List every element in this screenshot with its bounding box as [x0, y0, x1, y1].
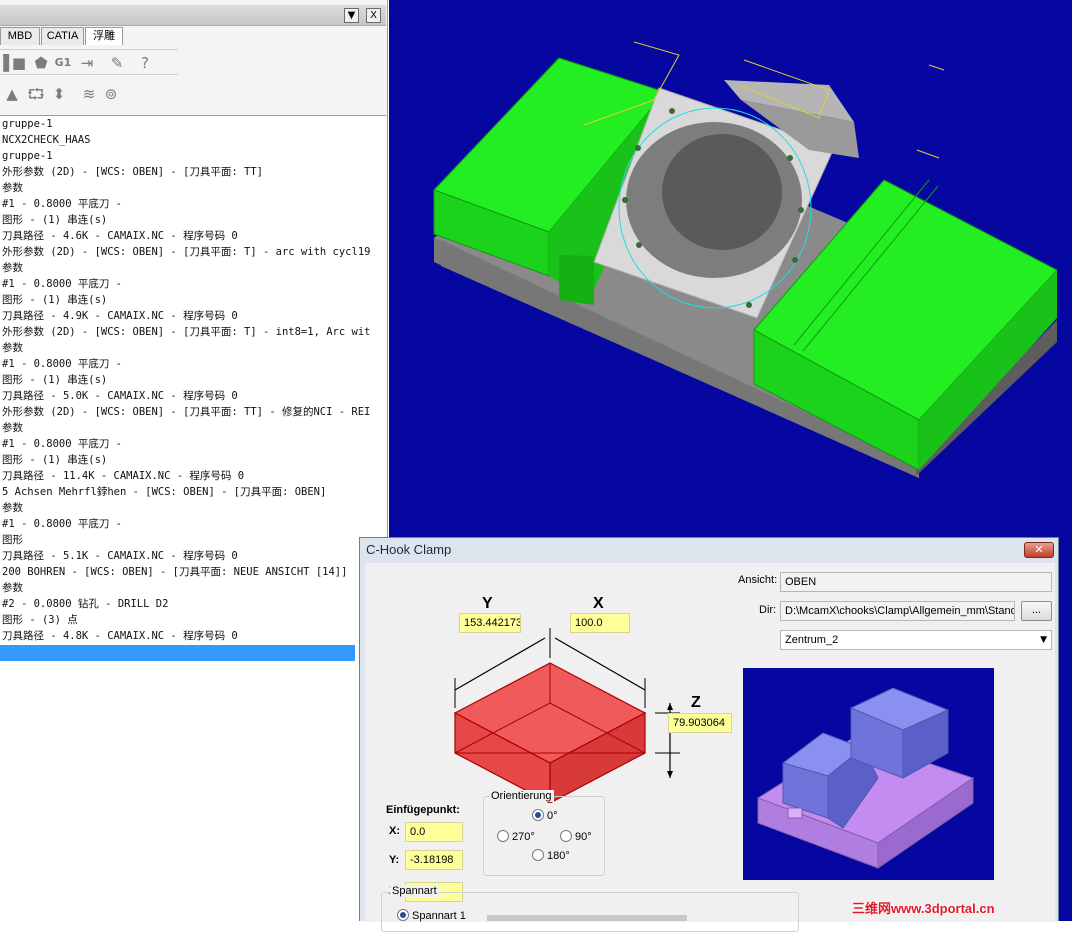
tree-item[interactable]: 刀具路径 - 5.0K - CAMAIX.NC - 程序号码 0: [2, 388, 238, 404]
tree-item[interactable]: #1 - 0.8000 平底刀 -: [2, 516, 122, 532]
dim-z-label: Z: [691, 694, 701, 711]
g1-icon[interactable]: G1: [54, 54, 72, 72]
tree-item[interactable]: 外形参数 (2D) - [WCS: OBEN] - [刀具平面: T] - ar…: [2, 244, 370, 260]
insert-arrow-icon[interactable]: ⮔: [27, 85, 45, 103]
dir-field[interactable]: D:\McamX\chooks\Clamp\Allgemein_mm\Stand…: [780, 601, 1015, 621]
tree-item[interactable]: 外形参数 (2D) - [WCS: OBEN] - [刀具平面: TT]: [2, 164, 263, 180]
radio-selected-icon: [532, 809, 544, 822]
orientation-0-radio[interactable]: 0°: [532, 809, 558, 823]
operations-toolbar: ▌ ■ ⬟ G1 ⇥ ✎ ?: [0, 49, 178, 75]
tag-icon[interactable]: ⬟: [32, 54, 50, 72]
tree-item[interactable]: 5 Achsen Mehrfl鋍hen - [WCS: OBEN] - [刀具平…: [2, 484, 326, 500]
tree-item[interactable]: #2 - 0.0800 钻孔 - DRILL D2: [2, 596, 168, 612]
orientation-180-radio[interactable]: 180°: [532, 849, 570, 863]
tree-item[interactable]: 图形 - (1) 串连(s): [2, 452, 107, 468]
move-up-icon[interactable]: ▲: [3, 85, 21, 103]
tree-item[interactable]: #1 - 0.8000 平底刀 -: [2, 276, 122, 292]
help-icon[interactable]: ?: [136, 54, 154, 72]
zentrum-combo[interactable]: Zentrum_2 ▼: [780, 630, 1052, 650]
tree-item[interactable]: 刀具路径 - 4.9K - CAMAIX.NC - 程序号码 0: [2, 308, 238, 324]
lock-icon[interactable]: ■: [10, 54, 28, 72]
radio-icon: [560, 830, 572, 843]
c-hook-clamp-dialog: C-Hook Clamp ✕ Y 153.442173 X 100.0 Z 79…: [359, 537, 1059, 932]
insert-y-label: Y:: [389, 854, 400, 866]
verify-icon[interactable]: ⊚: [102, 85, 120, 103]
orientation-90-radio[interactable]: 90°: [560, 830, 592, 844]
ansicht-label: Ansicht:: [738, 574, 778, 586]
tree-item[interactable]: 图形 - (1) 串连(s): [2, 372, 107, 388]
orientation-title: Orientierung: [489, 790, 554, 802]
tree-item[interactable]: 刀具路径 - 4.6K - CAMAIX.NC - 程序号码 0: [2, 228, 238, 244]
panel-close-icon[interactable]: X: [366, 8, 381, 23]
tree-item[interactable]: #1 - 0.8000 平底刀 -: [2, 436, 122, 452]
tree-item[interactable]: 图形: [2, 532, 23, 548]
dim-z-field[interactable]: 79.903064: [668, 713, 732, 733]
insert-x-field[interactable]: 0.0: [405, 822, 463, 842]
dialog-title: C-Hook Clamp: [366, 542, 452, 557]
panel-titlebar: ▼ X: [0, 5, 386, 26]
tree-item[interactable]: 参数: [2, 500, 23, 516]
watermark-text: 三维网www.3dportal.cn: [852, 901, 995, 916]
tree-item[interactable]: 200 BOHREN - [WCS: OBEN] - [刀具平面: NEUE A…: [2, 564, 347, 580]
clamp-type-title: Spannart: [390, 885, 439, 897]
tree-item[interactable]: 参数: [2, 580, 23, 596]
tree-item[interactable]: 刀具路径 - 4.8K - CAMAIX.NC - 程序号码 0: [2, 628, 238, 644]
tree-item[interactable]: 参数: [2, 340, 23, 356]
ansicht-field[interactable]: OBEN: [780, 572, 1052, 592]
zentrum-combo-value: Zentrum_2: [785, 634, 839, 646]
radio-icon: [532, 849, 544, 862]
tab-mbd[interactable]: MBD: [0, 27, 40, 45]
dim-y-label: Y: [482, 595, 493, 612]
tree-item[interactable]: 图形 - (1) 串连(s): [2, 292, 107, 308]
radio-selected-icon: [397, 909, 409, 922]
tree-item[interactable]: 参数: [2, 260, 23, 276]
radio-icon: [497, 830, 509, 843]
tree-item[interactable]: 外形参数 (2D) - [WCS: OBEN] - [刀具平面: TT] - 修…: [2, 404, 370, 420]
tab-relief[interactable]: 浮雕: [85, 27, 123, 45]
clamp-preview-image: [743, 668, 994, 880]
toolpath-display-icon[interactable]: ≋: [80, 85, 98, 103]
clamp-type-slider[interactable]: [487, 915, 687, 921]
tree-item[interactable]: 图形 - (1) 串连(s): [2, 212, 107, 228]
operations-tree[interactable]: gruppe-1 NCX2CHECK_HAAS gruppe-1 外形参数 (2D…: [0, 115, 386, 921]
chevron-down-icon: ▼: [1040, 635, 1047, 645]
expand-collapse-icon[interactable]: ⬍: [50, 85, 68, 103]
tree-item[interactable]: NCX2CHECK_HAAS: [2, 132, 91, 148]
operations-toolbar-2: ▲ ⮔ ⬍ ≋ ⊚: [0, 81, 178, 107]
panel-menu-dropdown-icon[interactable]: ▼: [344, 8, 359, 23]
dialog-close-button[interactable]: ✕: [1024, 542, 1054, 558]
tree-item[interactable]: #1 - 0.8000 平底刀 -: [2, 356, 122, 372]
orientation-270-radio[interactable]: 270°: [497, 830, 535, 844]
dim-x-label: X: [593, 595, 604, 612]
insert-x-label: X:: [389, 825, 400, 837]
browse-button[interactable]: ...: [1021, 601, 1052, 621]
dim-y-field[interactable]: 153.442173: [459, 613, 521, 633]
tree-item[interactable]: gruppe-1: [2, 116, 53, 132]
tree-item[interactable]: #1 - 0.8000 平底刀 -: [2, 196, 122, 212]
tab-catia[interactable]: CATIA: [41, 27, 84, 45]
wand-icon[interactable]: ✎: [108, 54, 126, 72]
insert-y-field[interactable]: -3.18198: [405, 850, 463, 870]
tree-item[interactable]: 刀具路径 - 5.1K - CAMAIX.NC - 程序号码 0: [2, 548, 238, 564]
tree-item[interactable]: 图形 - (3) 点: [2, 612, 78, 628]
dialog-body: Y 153.442173 X 100.0 Z 79.903064 Ansicht…: [365, 563, 1055, 932]
insert-point-title: Einfügepunkt:: [386, 804, 460, 816]
tree-selection-highlight[interactable]: [0, 645, 355, 661]
tree-item[interactable]: 参数: [2, 180, 23, 196]
tree-item[interactable]: gruppe-1: [2, 148, 53, 164]
dim-x-field[interactable]: 100.0: [570, 613, 630, 633]
tree-item[interactable]: 参数: [2, 420, 23, 436]
post-icon[interactable]: ⇥: [78, 54, 96, 72]
tree-item[interactable]: 外形参数 (2D) - [WCS: OBEN] - [刀具平面: T] - in…: [2, 324, 370, 340]
dir-label: Dir:: [759, 604, 777, 616]
operations-manager-panel: ▼ X MBD CATIA 浮雕 ▌ ■ ⬟ G1 ⇥ ✎ ? ▲ ⮔ ⬍ ≋ …: [0, 0, 388, 921]
tree-item[interactable]: 刀具路径 - 11.4K - CAMAIX.NC - 程序号码 0: [2, 468, 244, 484]
